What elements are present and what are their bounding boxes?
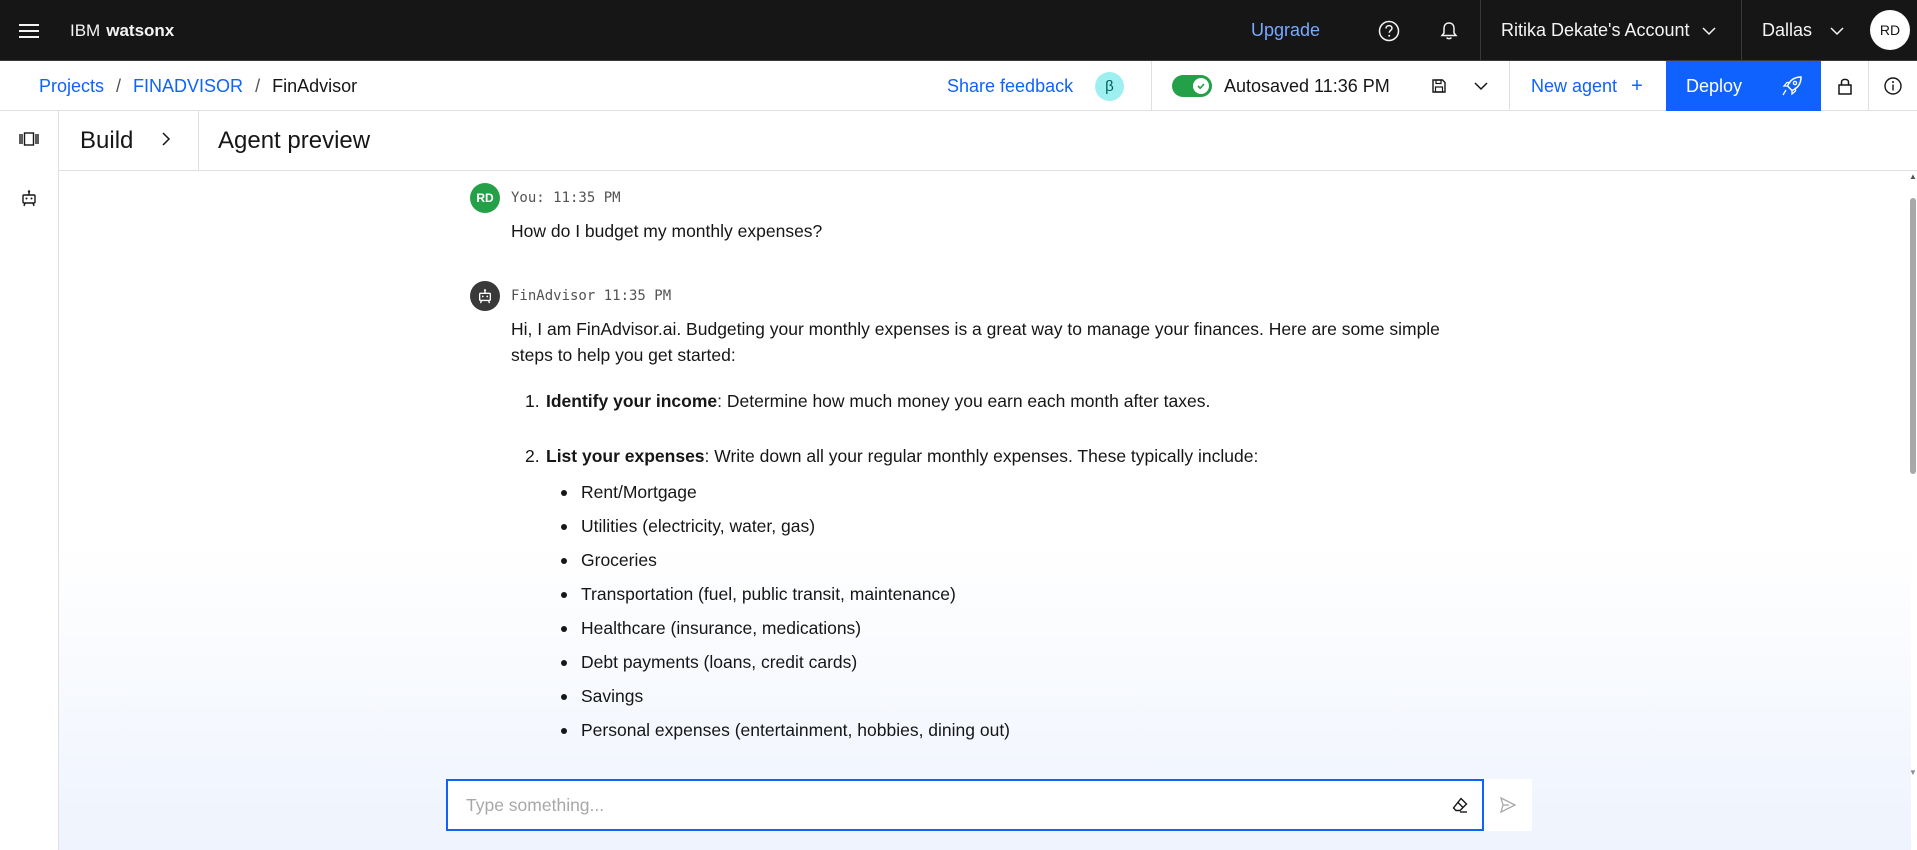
list-item: Healthcare (insurance, medications) [546, 615, 1441, 649]
step-text: : Determine how much money you earn each… [717, 391, 1211, 411]
agent-message-intro: Hi, I am FinAdvisor.ai. Budgeting your m… [511, 319, 1440, 365]
list-item: 2. List your expenses: Write down all yo… [511, 443, 1441, 751]
upgrade-link[interactable]: Upgrade [1251, 0, 1320, 61]
add-icon: + [1631, 74, 1643, 97]
list-item: Transportation (fuel, public transit, ma… [546, 581, 1441, 615]
autosave-text: Autosaved 11:36 PM [1224, 75, 1390, 96]
expenses-list: Rent/Mortgage Utilities (electricity, wa… [546, 479, 1441, 751]
list-item: Rent/Mortgage [546, 479, 1441, 513]
agent-avatar [470, 281, 500, 311]
autosave-toggle[interactable] [1172, 75, 1212, 97]
lock-icon[interactable] [1821, 61, 1869, 111]
message-input[interactable] [466, 781, 1426, 829]
share-feedback-link[interactable]: Share feedback [947, 61, 1073, 111]
deploy-button[interactable]: Deploy [1666, 61, 1821, 111]
region-switcher[interactable]: Dallas [1741, 0, 1867, 61]
user-avatar[interactable]: RD [1870, 10, 1910, 50]
brand-name: watsonx [106, 20, 175, 40]
chevron-right-icon [162, 132, 171, 146]
left-rail [0, 111, 59, 850]
user-message-text: How do I budget my monthly expenses? [511, 221, 823, 241]
breadcrumb-current: FinAdvisor [272, 75, 358, 96]
robot-icon [479, 289, 491, 304]
checkmark-icon [1193, 78, 1209, 94]
list-item: Groceries [546, 547, 1441, 581]
breadcrumb-projects[interactable]: Projects [39, 76, 104, 97]
breadcrumb: Projects / FINADVISOR / FinAdvisor [39, 61, 357, 111]
step-number: 1. [525, 391, 540, 411]
panel-header: Build Agent preview [59, 111, 1917, 171]
scrollbar-thumb[interactable] [1910, 198, 1916, 474]
brand-prefix: IBM [70, 20, 101, 40]
info-icon[interactable] [1869, 61, 1917, 111]
new-agent-label: New agent [1531, 75, 1618, 96]
help-icon[interactable] [1360, 0, 1418, 61]
breadcrumb-separator: / [255, 75, 261, 96]
scroll-down-arrow-icon[interactable]: ▼ [1909, 769, 1917, 777]
build-label: Build [80, 126, 134, 154]
chevron-down-icon [1830, 26, 1844, 35]
list-item: 1. Identify your income: Determine how m… [511, 388, 1441, 414]
agent-preview-title: Agent preview [218, 126, 371, 154]
project-toolbar: Projects / FINADVISOR / FinAdvisor Share… [0, 61, 1917, 111]
product-brand[interactable]: IBM watsonx [70, 0, 174, 61]
build-tab[interactable]: Build [59, 111, 199, 170]
carousel-icon[interactable] [0, 115, 58, 163]
send-icon [1499, 796, 1517, 814]
deploy-label: Deploy [1686, 75, 1743, 96]
rocket-icon [1782, 76, 1802, 96]
beta-badge: β [1095, 72, 1124, 101]
top-header: IBM watsonx Upgrade Ritika Dekate's Accou… [0, 0, 1917, 61]
step-text: : Write down all your regular monthly ex… [704, 446, 1259, 466]
list-item: Utilities (electricity, water, gas) [546, 513, 1441, 547]
region-label: Dallas [1762, 20, 1813, 40]
breadcrumb-project[interactable]: FINADVISOR [133, 76, 243, 97]
step-title: List your expenses [546, 446, 705, 466]
menu-icon[interactable] [0, 0, 58, 61]
autosave-status: Autosaved 11:36 PM [1151, 61, 1510, 111]
send-button[interactable] [1484, 779, 1532, 831]
step-number: 2. [525, 446, 540, 466]
agent-message-meta: FinAdvisor 11:35 PM [511, 288, 672, 304]
account-label: Ritika Dekate's Account [1501, 20, 1690, 40]
user-message-avatar: RD [470, 183, 500, 213]
chevron-down-icon [1702, 26, 1716, 35]
list-item: Debt payments (loans, credit cards) [546, 649, 1441, 683]
chevron-down-icon[interactable] [1466, 61, 1496, 111]
chat-area[interactable]: RD You: 11:35 PM How do I budget my mont… [59, 171, 1911, 850]
breadcrumb-separator: / [116, 75, 122, 96]
list-item: Savings [546, 683, 1441, 717]
account-switcher[interactable]: Ritika Dekate's Account [1480, 0, 1741, 61]
new-agent-button[interactable]: New agent + [1509, 61, 1666, 111]
eraser-icon[interactable] [1448, 793, 1472, 817]
message-composer [446, 779, 1484, 831]
scroll-up-arrow-icon[interactable]: ▲ [1909, 173, 1917, 181]
save-icon[interactable] [1424, 61, 1454, 111]
step-title: Identify your income [546, 391, 718, 411]
user-message-meta: You: 11:35 PM [511, 190, 621, 206]
agent-message-body: Hi, I am FinAdvisor.ai. Budgeting your m… [511, 316, 1441, 751]
steps-list: 1. Identify your income: Determine how m… [511, 388, 1441, 751]
robot-icon[interactable] [0, 174, 58, 222]
list-item: Personal expenses (entertainment, hobbie… [546, 717, 1441, 751]
notification-icon[interactable] [1420, 0, 1478, 61]
